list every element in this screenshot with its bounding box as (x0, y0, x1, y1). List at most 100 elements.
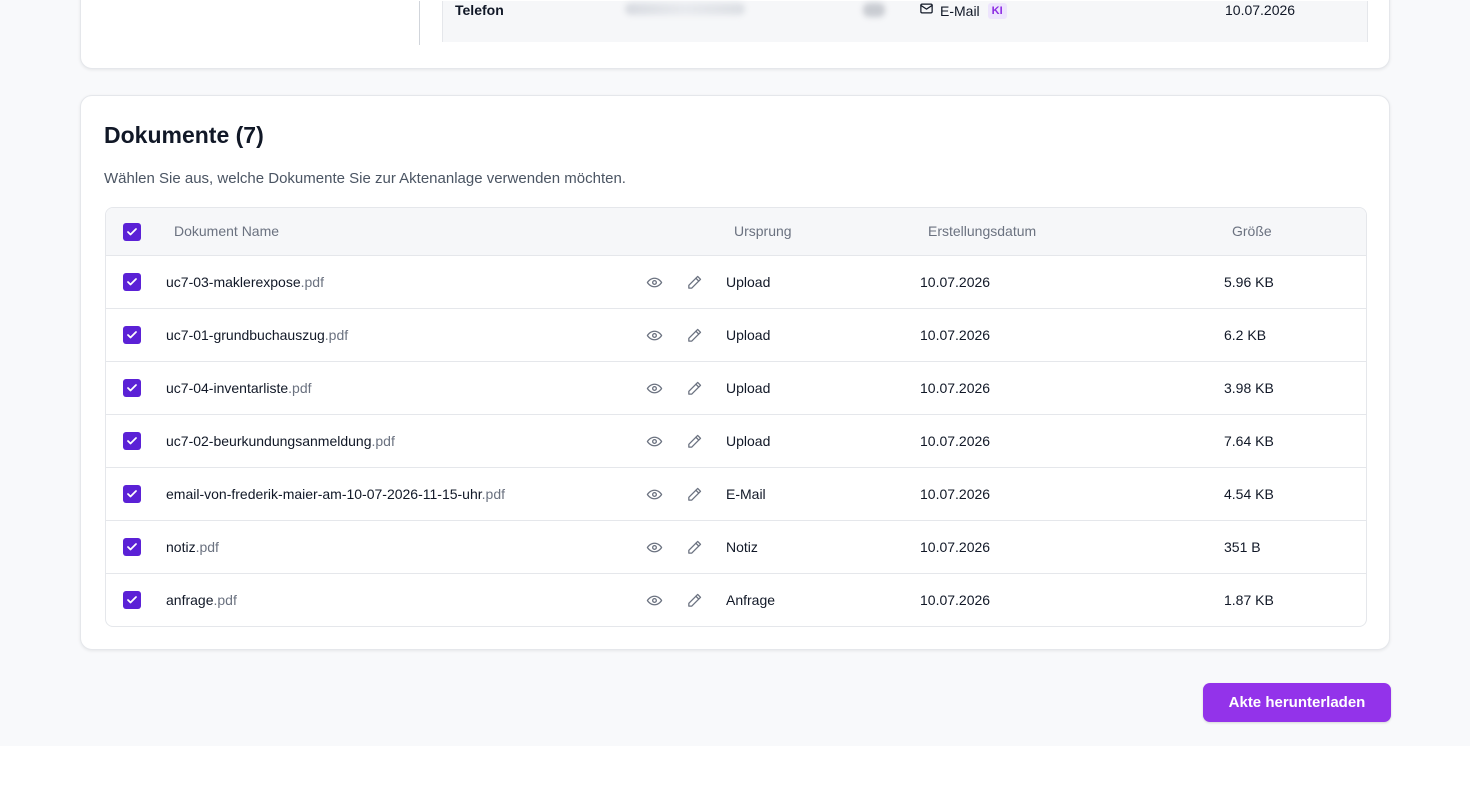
row-checkbox[interactable] (123, 379, 141, 397)
document-origin: Upload (726, 327, 771, 343)
document-name[interactable]: anfrage.pdf (166, 574, 237, 626)
column-header-size[interactable]: Größe (1232, 208, 1272, 255)
contact-card: Telefon E-Mail KI 10.07.2026 (80, 0, 1390, 69)
eye-icon[interactable] (645, 538, 663, 556)
row-checkbox[interactable] (123, 591, 141, 609)
document-name[interactable]: email-von-frederik-maier-am-10-07-2026-1… (166, 468, 505, 520)
document-date: 10.07.2026 (920, 380, 991, 396)
document-basename: uc7-03-maklerexpose (166, 274, 301, 290)
row-checkbox[interactable] (123, 273, 141, 291)
document-basename: notiz (166, 539, 196, 555)
documents-subtitle: Wählen Sie aus, welche Dokumente Sie zur… (104, 170, 626, 187)
eye-icon[interactable] (645, 326, 663, 344)
document-origin: Anfrage (726, 592, 776, 608)
column-header-name[interactable]: Dokument Name (174, 208, 279, 255)
document-size: 1.87 KB (1224, 592, 1274, 608)
row-checkbox[interactable] (123, 538, 141, 556)
table-header: Dokument Name Ursprung Erstellungsdatum … (106, 208, 1366, 256)
document-extension: .pdf (195, 539, 219, 555)
document-extension: .pdf (300, 274, 324, 290)
eye-icon[interactable] (645, 591, 663, 609)
document-name[interactable]: uc7-04-inventarliste.pdf (166, 362, 312, 414)
table-row: uc7-03-maklerexpose.pdf Upload 10.07.2026 5… (106, 256, 1366, 309)
pencil-icon[interactable] (685, 273, 703, 291)
pencil-icon[interactable] (685, 379, 703, 397)
document-date: 10.07.2026 (920, 486, 991, 502)
eye-icon[interactable] (645, 485, 663, 503)
check-icon (127, 278, 137, 286)
mail-icon (919, 1, 934, 20)
document-origin: Upload (726, 380, 771, 396)
contact-row: Telefon E-Mail KI 10.07.2026 (442, 1, 1368, 42)
document-size: 3.98 KB (1224, 380, 1274, 396)
row-checkbox[interactable] (123, 485, 141, 503)
document-extension: .pdf (288, 380, 312, 396)
redacted-phone-number (625, 3, 745, 15)
select-all-checkbox[interactable] (123, 223, 141, 241)
document-size: 4.54 KB (1224, 486, 1274, 502)
document-date: 10.07.2026 (920, 539, 991, 555)
table-row: uc7-04-inventarliste.pdf Upload 10.07.2026… (106, 362, 1366, 415)
eye-icon[interactable] (645, 432, 663, 450)
document-basename: email-von-frederik-maier-am-10-07-2026-1… (166, 486, 482, 502)
pencil-icon[interactable] (685, 485, 703, 503)
pencil-icon[interactable] (685, 432, 703, 450)
column-header-created[interactable]: Erstellungsdatum (928, 208, 1036, 255)
document-origin: E-Mail (726, 486, 766, 502)
pencil-icon[interactable] (685, 591, 703, 609)
document-date: 10.07.2026 (920, 274, 991, 290)
pencil-icon[interactable] (685, 326, 703, 344)
document-name[interactable]: uc7-03-maklerexpose.pdf (166, 256, 324, 308)
document-origin: Upload (726, 433, 771, 449)
documents-table: Dokument Name Ursprung Erstellungsdatum … (105, 207, 1367, 627)
check-icon (127, 331, 137, 339)
check-icon (127, 490, 137, 498)
document-basename: uc7-02-beurkundungsanmeldung (166, 433, 372, 449)
document-extension: .pdf (213, 592, 237, 608)
check-icon (127, 384, 137, 392)
pencil-icon[interactable] (685, 538, 703, 556)
document-origin: Notiz (726, 539, 758, 555)
document-extension: .pdf (371, 433, 395, 449)
document-name[interactable]: uc7-01-grundbuchauszug.pdf (166, 309, 348, 361)
document-extension: .pdf (324, 327, 349, 343)
contact-date: 10.07.2026 (1225, 2, 1296, 18)
document-size: 6.2 KB (1224, 327, 1267, 343)
contact-channel: E-Mail KI (919, 1, 1007, 20)
document-date: 10.07.2026 (920, 592, 991, 608)
document-basename: uc7-04-inventarliste (166, 380, 289, 396)
check-icon (127, 596, 137, 604)
document-date: 10.07.2026 (920, 433, 991, 449)
document-size: 351 B (1224, 539, 1261, 555)
contact-channel-label: E-Mail (940, 2, 980, 19)
column-header-origin[interactable]: Ursprung (734, 208, 792, 255)
table-row: notiz.pdf Notiz 10.07.2026 351 B (106, 521, 1366, 574)
document-basename: uc7-01-grundbuchauszug (166, 327, 325, 343)
check-icon (127, 437, 137, 445)
download-file-button[interactable]: Akte herunterladen (1203, 683, 1391, 722)
row-checkbox[interactable] (123, 432, 141, 450)
check-icon (127, 543, 137, 551)
document-name[interactable]: uc7-02-beurkundungsanmeldung.pdf (166, 415, 395, 467)
document-date: 10.07.2026 (920, 327, 991, 343)
table-row: anfrage.pdf Anfrage 10.07.2026 1.87 KB (106, 574, 1366, 626)
check-icon (127, 228, 137, 236)
document-origin: Upload (726, 274, 771, 290)
eye-icon[interactable] (645, 379, 663, 397)
documents-title: Dokumente (7) (104, 122, 264, 148)
contact-label: Telefon (455, 2, 504, 18)
document-basename: anfrage (166, 592, 214, 608)
column-divider (419, 1, 420, 45)
document-size: 7.64 KB (1224, 433, 1274, 449)
table-row: email-von-frederik-maier-am-10-07-2026-1… (106, 468, 1366, 521)
document-extension: .pdf (481, 486, 506, 502)
table-row: uc7-02-beurkundungsanmeldung.pdf Upload 10… (106, 415, 1366, 468)
table-row: uc7-01-grundbuchauszug.pdf Upload 10.07.20… (106, 309, 1366, 362)
document-size: 5.96 KB (1224, 274, 1274, 290)
ki-badge: KI (987, 2, 1007, 19)
documents-card: Dokumente (7) Wählen Sie aus, welche Dok… (80, 95, 1390, 650)
eye-icon[interactable] (645, 273, 663, 291)
document-name[interactable]: notiz.pdf (166, 521, 219, 573)
redacted-action (863, 3, 885, 17)
row-checkbox[interactable] (123, 326, 141, 344)
